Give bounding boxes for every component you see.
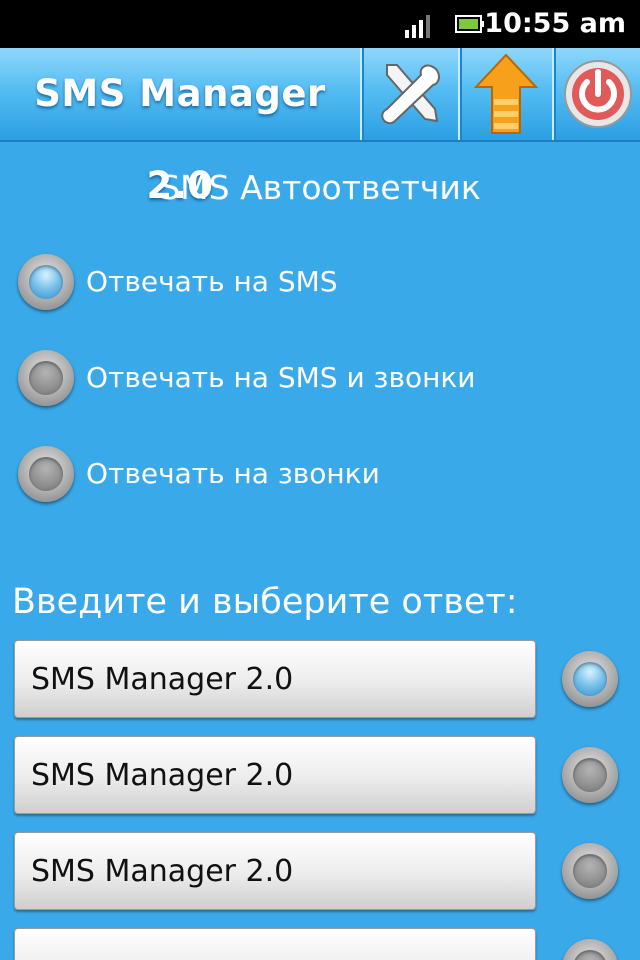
- power-icon: [564, 60, 632, 128]
- reply-row: SMS Manager 2.0: [0, 832, 640, 914]
- option-label: Отвечать на звонки: [86, 457, 380, 490]
- up-arrow-icon: [474, 53, 538, 134]
- option-reply-sms[interactable]: Отвечать на SMS: [18, 254, 618, 318]
- reply-row: [0, 928, 640, 960]
- upload-button[interactable]: [458, 48, 552, 140]
- radio-button[interactable]: [18, 446, 74, 502]
- status-bar: 10:55 am: [0, 0, 640, 48]
- option-label: Отвечать на SMS и звонки: [86, 361, 476, 394]
- reply-input[interactable]: SMS Manager 2.0: [14, 640, 536, 718]
- option-label: Отвечать на SMS: [86, 265, 338, 298]
- app-title: SMS Manager 2.0: [34, 72, 326, 207]
- reply-row: SMS Manager 2.0: [0, 640, 640, 722]
- reply-input[interactable]: [14, 928, 536, 960]
- autoresponder-title: SMS Автоответчик: [159, 168, 481, 207]
- status-clock: 10:55 am: [484, 8, 626, 39]
- reply-input[interactable]: SMS Manager 2.0: [14, 736, 536, 814]
- reply-radio-button[interactable]: [562, 939, 618, 960]
- option-reply-sms-and-calls[interactable]: Отвечать на SMS и звонки: [18, 350, 618, 414]
- wrench-screwdriver-icon: [381, 64, 440, 125]
- reply-prompt: Введите и выберите ответ:: [12, 582, 518, 622]
- radio-button[interactable]: [18, 254, 74, 310]
- reply-radio-button[interactable]: [562, 651, 618, 707]
- reply-radio-button[interactable]: [562, 843, 618, 899]
- settings-button[interactable]: [360, 48, 458, 140]
- signal-icon: [405, 15, 430, 38]
- reply-row: SMS Manager 2.0: [0, 736, 640, 818]
- app-header: SMS Manager 2.0: [0, 48, 640, 207]
- battery-icon: [455, 15, 484, 33]
- reply-radio-button[interactable]: [562, 747, 618, 803]
- option-reply-calls[interactable]: Отвечать на звонки: [18, 446, 618, 510]
- power-button[interactable]: [552, 48, 640, 140]
- reply-input[interactable]: SMS Manager 2.0: [14, 832, 536, 910]
- radio-button[interactable]: [18, 350, 74, 406]
